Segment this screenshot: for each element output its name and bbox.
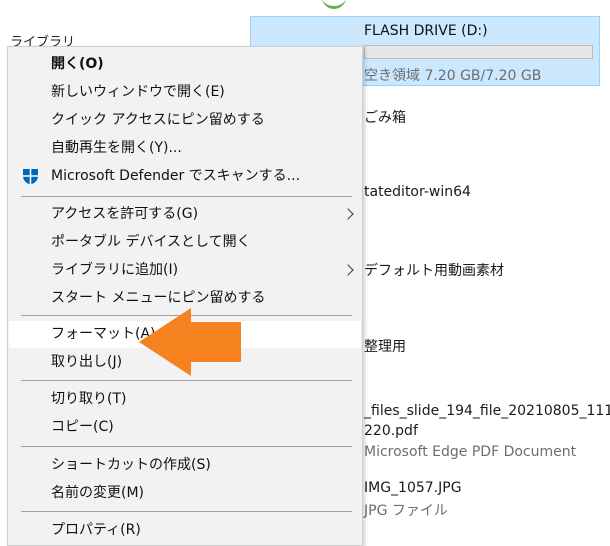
menu-item-label: プロパティ(R): [51, 522, 141, 538]
menu-separator: [21, 511, 352, 512]
menu-item-copy[interactable]: コピー(C): [9, 414, 361, 441]
chevron-right-icon: [342, 208, 354, 220]
file-item-jpg-name[interactable]: IMG_1057.JPG: [364, 480, 462, 496]
defender-shield-icon: [23, 169, 38, 185]
file-item-jpg-type: JPG ファイル: [364, 503, 448, 519]
chevron-right-icon: [342, 264, 354, 276]
menu-separator: [21, 446, 352, 447]
menu-item-pin-quick-access[interactable]: クイック アクセスにピン留めする: [9, 107, 361, 134]
menu-item-properties[interactable]: プロパティ(R): [9, 517, 361, 544]
menu-item-give-access[interactable]: アクセスを許可する(G): [9, 201, 361, 228]
menu-item-cut[interactable]: 切り取り(T): [9, 386, 361, 413]
menu-item-label: ライブラリに追加(I): [51, 262, 179, 278]
menu-item-rename[interactable]: 名前の変更(M): [9, 480, 361, 507]
menu-item-open-portable[interactable]: ポータブル デバイスとして開く: [9, 229, 361, 256]
menu-item-add-to-library[interactable]: ライブラリに追加(I): [9, 257, 361, 284]
menu-item-label: 取り出し(J): [51, 354, 123, 370]
menu-item-label: クイック アクセスにピン留めする: [51, 112, 265, 128]
menu-separator: [21, 196, 352, 197]
menu-item-label: ポータブル デバイスとして開く: [51, 234, 251, 250]
menu-item-open[interactable]: 開く(O): [9, 51, 361, 78]
drive-free-space: 空き領域 7.20 GB/7.20 GB: [364, 68, 542, 84]
drive-name: FLASH DRIVE (D:): [364, 23, 488, 39]
file-item-recycle-bin[interactable]: ごみ箱: [364, 107, 406, 127]
file-item-tateditor[interactable]: tateditor-win64: [364, 184, 471, 200]
file-item-pdf-type: Microsoft Edge PDF Document: [364, 444, 577, 460]
menu-item-label: 名前の変更(M): [51, 485, 145, 501]
menu-item-label: 新しいウィンドウで開く(E): [51, 84, 225, 100]
menu-item-label: アクセスを許可する(G): [51, 206, 199, 222]
menu-item-create-shortcut[interactable]: ショートカットの作成(S): [9, 452, 361, 479]
context-menu: 開く(O) 新しいウィンドウで開く(E) クイック アクセスにピン留めする 自動…: [7, 46, 363, 546]
file-item-pdf-name-line1[interactable]: _files_slide_194_file_20210805_111: [364, 403, 610, 419]
menu-separator: [21, 380, 352, 381]
file-item-organize[interactable]: 整理用: [364, 336, 406, 356]
menu-item-label: ショートカットの作成(S): [51, 457, 211, 473]
menu-item-label: 開く(O): [51, 56, 104, 72]
file-item-default-video[interactable]: デフォルト用動画素材: [364, 260, 504, 280]
menu-item-defender-scan[interactable]: Microsoft Defender でスキャンする...: [9, 163, 361, 190]
file-item-pdf-name-line2[interactable]: 220.pdf: [364, 423, 418, 439]
menu-item-autoplay[interactable]: 自動再生を開く(Y)...: [9, 135, 361, 162]
drive-usage-bar: [364, 45, 593, 59]
menu-item-label: 切り取り(T): [51, 391, 127, 407]
menu-item-open-new-window[interactable]: 新しいウィンドウで開く(E): [9, 79, 361, 106]
menu-item-label: 自動再生を開く(Y)...: [51, 140, 182, 156]
menu-item-label: コピー(C): [51, 419, 114, 435]
menu-item-label: Microsoft Defender でスキャンする...: [51, 168, 301, 184]
orange-pointer-arrow-icon: [139, 308, 241, 376]
partial-file-icon: [322, 0, 346, 9]
